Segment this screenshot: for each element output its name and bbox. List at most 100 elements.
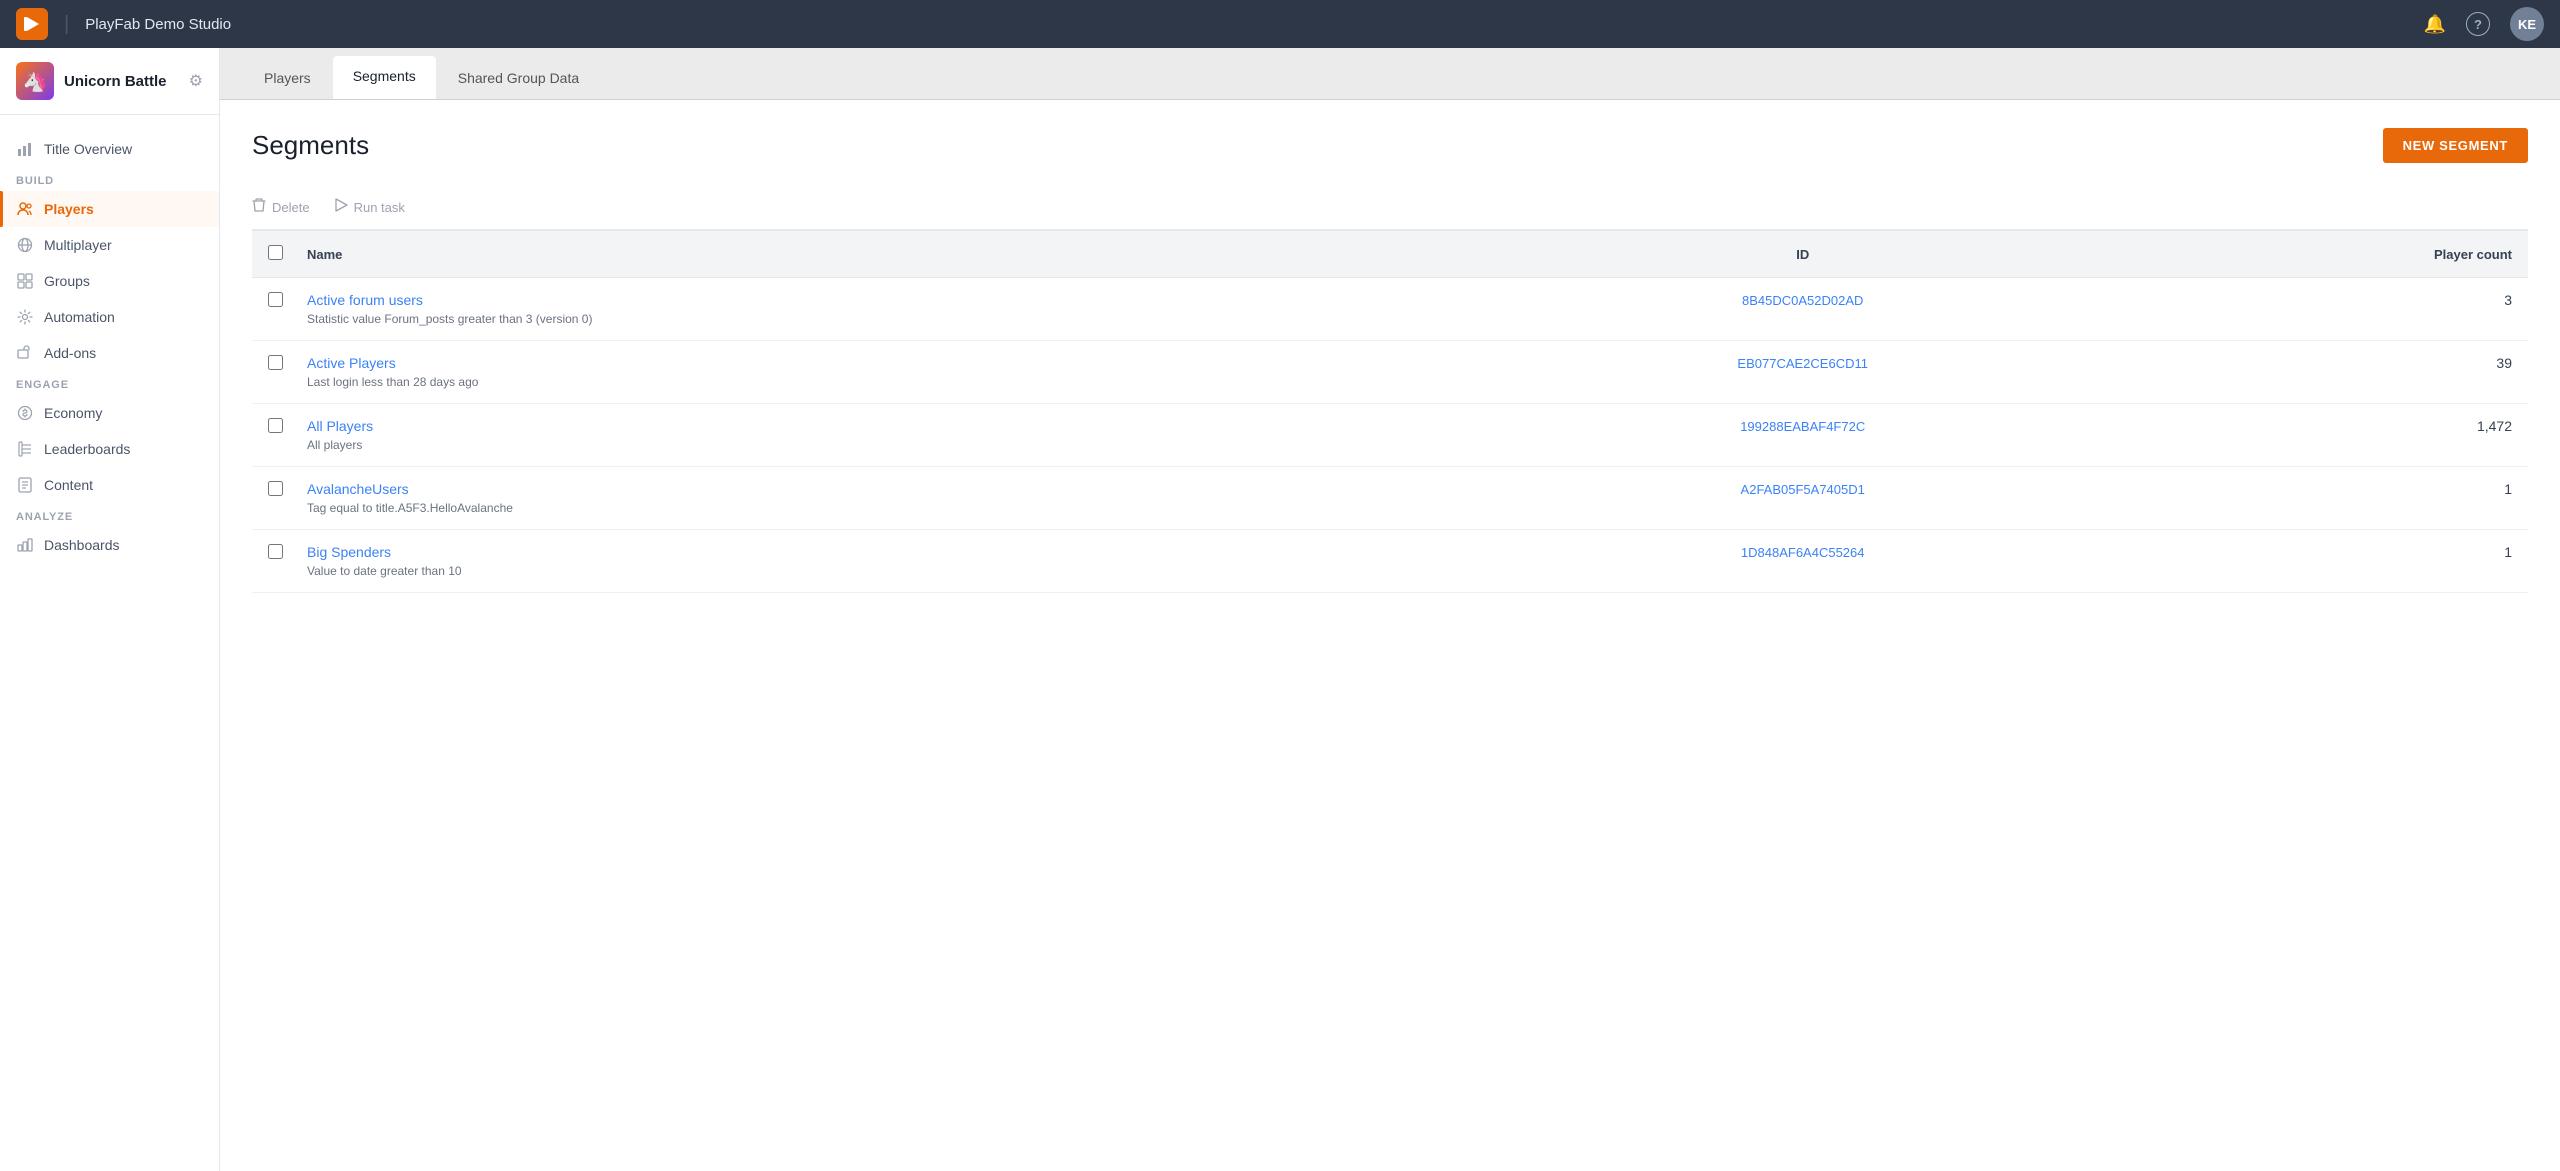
table-row: Active Players Last login less than 28 d… [252, 341, 2528, 404]
sidebar-label-automation: Automation [44, 309, 115, 325]
segment-name-link[interactable]: Active Players [307, 355, 1479, 371]
sidebar-section-analyze: ANALYZE [0, 503, 219, 527]
delete-label: Delete [272, 200, 310, 215]
help-icon[interactable]: ? [2466, 12, 2490, 36]
segment-description: Tag equal to title.A5F3.HelloAvalanche [307, 501, 513, 515]
sidebar-item-groups[interactable]: Groups [0, 263, 219, 299]
segment-description: Statistic value Forum_posts greater than… [307, 312, 592, 326]
row-count-cell: 1,472 [2111, 404, 2528, 467]
brand-name: Unicorn Battle [64, 73, 167, 90]
dashboards-icon [16, 536, 34, 554]
row-name-cell: Big Spenders Value to date greater than … [291, 530, 1495, 593]
row-checkbox-0[interactable] [268, 292, 283, 307]
content-area: Segments NEW SEGMENT Delete [220, 100, 2560, 1171]
content-header: Segments NEW SEGMENT [252, 128, 2528, 163]
sidebar-item-leaderboards[interactable]: Leaderboards [0, 431, 219, 467]
new-segment-button[interactable]: NEW SEGMENT [2383, 128, 2528, 163]
trash-icon [252, 197, 266, 217]
tab-segments[interactable]: Segments [333, 56, 436, 99]
bell-icon[interactable]: 🔔 [2424, 14, 2446, 35]
sidebar-label-content: Content [44, 477, 93, 493]
row-checkbox-3[interactable] [268, 481, 283, 496]
segment-description: Value to date greater than 10 [307, 564, 462, 578]
row-checkbox-2[interactable] [268, 418, 283, 433]
tabs-bar: Players Segments Shared Group Data [220, 48, 2560, 100]
sidebar-item-multiplayer[interactable]: Multiplayer [0, 227, 219, 263]
header-checkbox-cell [252, 231, 291, 278]
addons-icon [16, 344, 34, 362]
segments-table: Name ID Player count Active forum users … [252, 230, 2528, 593]
run-task-label: Run task [354, 200, 405, 215]
row-id-cell: 1D848AF6A4C55264 [1495, 530, 2111, 593]
tab-shared-group-data[interactable]: Shared Group Data [438, 58, 599, 99]
row-checkbox-cell [252, 530, 291, 593]
page-title: Segments [252, 130, 369, 161]
segment-name-link[interactable]: Active forum users [307, 292, 1479, 308]
segment-name-link[interactable]: Big Spenders [307, 544, 1479, 560]
row-checkbox-cell [252, 467, 291, 530]
row-count-cell: 1 [2111, 467, 2528, 530]
row-checkbox-cell [252, 341, 291, 404]
sidebar-item-addons[interactable]: Add-ons [0, 335, 219, 371]
select-all-checkbox[interactable] [268, 245, 283, 260]
sidebar-item-title-overview[interactable]: Title Overview [0, 131, 219, 167]
table-header-row: Name ID Player count [252, 231, 2528, 278]
segment-name-link[interactable]: All Players [307, 418, 1479, 434]
delete-button: Delete [252, 197, 310, 217]
segment-name-link[interactable]: AvalancheUsers [307, 481, 1479, 497]
topnav-right: 🔔 ? KE [2424, 7, 2544, 41]
row-id-cell: 199288EABAF4F72C [1495, 404, 2111, 467]
segment-id-link[interactable]: 1D848AF6A4C55264 [1741, 545, 1865, 560]
sidebar-section-build: BUILD [0, 167, 219, 191]
playfab-logo [16, 8, 48, 40]
user-avatar[interactable]: KE [2510, 7, 2544, 41]
sidebar-label-addons: Add-ons [44, 345, 96, 361]
settings-icon[interactable]: ⚙ [189, 71, 203, 91]
brand-logo: 🦄 [16, 62, 54, 100]
play-icon [334, 198, 348, 216]
segment-id-link[interactable]: 8B45DC0A52D02AD [1742, 293, 1863, 308]
sidebar-label-players: Players [44, 201, 94, 217]
row-count-cell: 1 [2111, 530, 2528, 593]
sidebar: 🦄 Unicorn Battle ⚙ Title Overview BUILD [0, 48, 220, 1171]
leaderboards-icon [16, 440, 34, 458]
segment-description: Last login less than 28 days ago [307, 375, 478, 389]
bar-chart-icon [16, 140, 34, 158]
row-name-cell: AvalancheUsers Tag equal to title.A5F3.H… [291, 467, 1495, 530]
sidebar-item-players[interactable]: Players [0, 191, 219, 227]
segment-id-link[interactable]: A2FAB05F5A7405D1 [1741, 482, 1865, 497]
content-icon [16, 476, 34, 494]
sidebar-nav: Title Overview BUILD Players [0, 115, 219, 1171]
row-name-cell: All Players All players [291, 404, 1495, 467]
sidebar-label-multiplayer: Multiplayer [44, 237, 112, 253]
sidebar-item-content[interactable]: Content [0, 467, 219, 503]
sidebar-item-dashboards[interactable]: Dashboards [0, 527, 219, 563]
topnav: | PlayFab Demo Studio 🔔 ? KE [0, 0, 2560, 48]
segment-id-link[interactable]: 199288EABAF4F72C [1740, 419, 1865, 434]
tab-players[interactable]: Players [244, 58, 331, 99]
table-row: All Players All players 199288EABAF4F72C… [252, 404, 2528, 467]
row-checkbox-4[interactable] [268, 544, 283, 559]
sidebar-brand: 🦄 Unicorn Battle ⚙ [0, 48, 219, 115]
run-task-button: Run task [334, 198, 405, 216]
table-row: Active forum users Statistic value Forum… [252, 278, 2528, 341]
header-id: ID [1495, 231, 2111, 278]
row-checkbox-cell [252, 404, 291, 467]
groups-icon [16, 272, 34, 290]
row-name-cell: Active Players Last login less than 28 d… [291, 341, 1495, 404]
row-id-cell: 8B45DC0A52D02AD [1495, 278, 2111, 341]
segment-id-link[interactable]: EB077CAE2CE6CD11 [1737, 356, 1868, 371]
sidebar-label-dashboards: Dashboards [44, 537, 120, 553]
row-count-cell: 39 [2111, 341, 2528, 404]
sidebar-item-economy[interactable]: Economy [0, 395, 219, 431]
automation-icon [16, 308, 34, 326]
economy-icon [16, 404, 34, 422]
row-id-cell: EB077CAE2CE6CD11 [1495, 341, 2111, 404]
sidebar-item-automation[interactable]: Automation [0, 299, 219, 335]
row-checkbox-1[interactable] [268, 355, 283, 370]
segment-description: All players [307, 438, 362, 452]
table-row: Big Spenders Value to date greater than … [252, 530, 2528, 593]
sidebar-label-leaderboards: Leaderboards [44, 441, 130, 457]
sidebar-section-engage: ENGAGE [0, 371, 219, 395]
players-icon [16, 200, 34, 218]
